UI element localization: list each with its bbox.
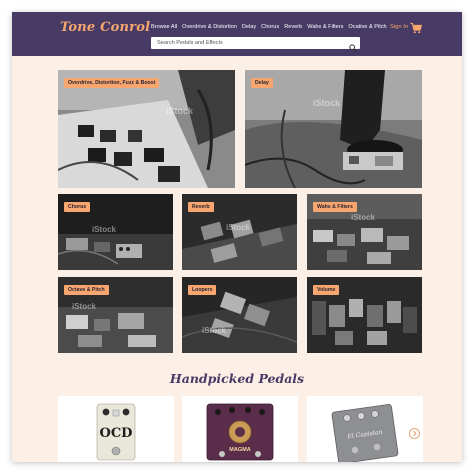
nav-overdrive-distortion[interactable]: Overdrive & Distortion — [182, 24, 237, 30]
watermark-text: iStock — [72, 302, 97, 311]
watermark-text: iStock — [202, 326, 227, 335]
watermark-text: iStock — [166, 106, 194, 116]
chevron-right-icon — [413, 430, 417, 437]
nav-reverb[interactable]: Reverb — [284, 24, 302, 30]
site-header: Tone Conrol Browse All Overdrive & Disto… — [12, 12, 462, 56]
product-image: OCD — [58, 396, 174, 462]
pedal-text: OCD — [100, 426, 133, 441]
page: Tone Conrol Browse All Overdrive & Disto… — [12, 12, 462, 462]
nav-chorus[interactable]: Chorus — [261, 24, 279, 30]
nav-octave-pitch[interactable]: Ocative & Pitch — [348, 24, 386, 30]
category-tile-chorus[interactable]: iStock Chorus — [58, 194, 173, 270]
product-card[interactable]: MAGMA — [182, 396, 298, 462]
category-tile-reverb[interactable]: iStock Reverb — [182, 194, 297, 270]
nav-delay[interactable]: Delay — [242, 24, 256, 30]
handpicked-title: Handpicked Pedals — [169, 371, 305, 386]
sign-in-link[interactable]: Sign In — [390, 24, 408, 30]
search-input[interactable] — [151, 37, 346, 49]
watermark-text: iStock — [92, 225, 117, 234]
category-tile-overdrive[interactable]: iStock Overdrive, Distortion, Fuzz & Boo… — [58, 70, 235, 188]
tile-label: Volume — [313, 285, 340, 295]
category-tile-wahs-filters[interactable]: iStock Wahs & Filters — [307, 194, 422, 270]
watermark-text: iStock — [226, 223, 251, 232]
product-card[interactable]: El Capistan — [307, 396, 423, 462]
product-image: MAGMA — [182, 396, 298, 462]
carousel-next-button[interactable] — [409, 428, 420, 439]
category-tile-volume[interactable]: iStock Volume — [307, 277, 422, 353]
tile-label: Wahs & Filters — [313, 202, 357, 212]
product-card[interactable]: OCD — [58, 396, 174, 462]
main-nav: Browse All Overdrive & Distortion Delay … — [151, 24, 387, 30]
tile-label: Overdrive, Distortion, Fuzz & Boost — [64, 78, 160, 88]
watermark-text: iStock — [351, 213, 376, 222]
tile-label: Reverb — [188, 202, 214, 212]
tile-label: Delay — [251, 78, 273, 88]
pedal-text: MAGMA — [229, 447, 250, 453]
tile-label: Octave & Pitch — [64, 285, 109, 295]
category-tile-loopers[interactable]: iStock Loopers — [182, 277, 297, 353]
brand-logo[interactable]: Tone Conrol — [60, 20, 150, 35]
search-bar — [151, 37, 360, 52]
product-image: El Capistan — [307, 396, 423, 462]
tile-label: Loopers — [188, 285, 217, 295]
category-tile-delay[interactable]: iStock Delay — [245, 70, 422, 188]
search-icon[interactable] — [349, 39, 357, 52]
category-tile-octave-pitch[interactable]: iStock Octave & Pitch — [58, 277, 173, 353]
tile-label: Chorus — [64, 202, 91, 212]
nav-wahs-filters[interactable]: Wahs & Filters — [307, 24, 343, 30]
nav-browse-all[interactable]: Browse All — [151, 24, 177, 30]
cart-icon[interactable] — [410, 21, 423, 34]
watermark-text: iStock — [313, 98, 341, 108]
